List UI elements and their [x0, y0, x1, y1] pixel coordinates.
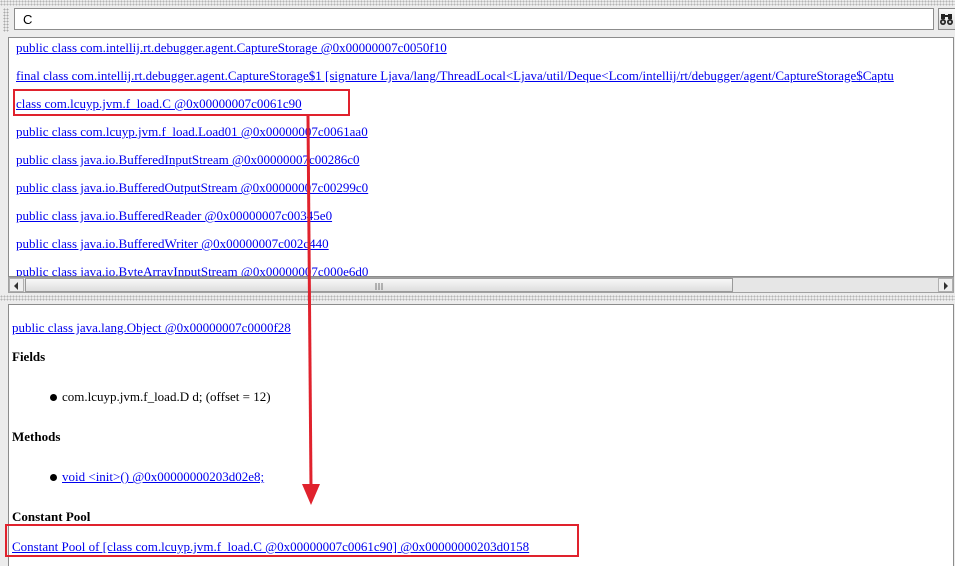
class-list-item[interactable]: public class java.io.BufferedInputStream… — [16, 152, 360, 168]
scroll-right-button[interactable] — [938, 278, 953, 292]
class-list: public class com.intellij.rt.debugger.ag… — [8, 37, 954, 277]
binoculars-icon — [940, 14, 953, 25]
class-list-item[interactable]: public class java.io.BufferedReader @0x0… — [16, 208, 332, 224]
class-list-item[interactable]: public class com.lcuyp.jvm.f_load.Load01… — [16, 124, 368, 140]
class-list-item[interactable]: public class java.io.BufferedOutputStrea… — [16, 180, 368, 196]
class-list-item[interactable]: public class java.io.BufferedWriter @0x0… — [16, 236, 329, 252]
class-list-item[interactable]: final class com.intellij.rt.debugger.age… — [16, 68, 894, 84]
highlight-box-selected-class — [13, 89, 350, 116]
split-pane-divider[interactable] — [0, 295, 955, 301]
toolbar-grip — [3, 8, 9, 32]
super-class-link[interactable]: public class java.lang.Object @0x0000000… — [12, 320, 291, 336]
scroll-left-arrow-icon — [14, 282, 18, 290]
highlight-box-constant-pool — [5, 524, 579, 557]
field-item: com.lcuyp.jvm.f_load.D d; (offset = 12) — [62, 389, 271, 404]
methods-heading: Methods — [12, 429, 61, 444]
bullet-icon — [50, 394, 57, 401]
method-link[interactable]: void <init>() @0x00000000203d02e8; — [62, 469, 264, 485]
class-list-item[interactable]: public class com.intellij.rt.debugger.ag… — [16, 40, 447, 56]
fields-heading: Fields — [12, 349, 46, 364]
thumb-grip-icon — [375, 283, 383, 290]
scroll-left-button[interactable] — [9, 278, 24, 292]
find-button[interactable] — [938, 8, 955, 30]
scrollbar-thumb[interactable] — [25, 278, 733, 292]
bullet-icon — [50, 474, 57, 481]
horizontal-scrollbar[interactable] — [8, 277, 954, 293]
constant-pool-heading: Constant Pool — [12, 509, 91, 524]
search-input[interactable] — [14, 8, 934, 30]
class-list-item[interactable]: public class java.io.ByteArrayInputStrea… — [16, 264, 368, 276]
search-bar — [0, 6, 955, 34]
scroll-right-arrow-icon — [944, 282, 948, 290]
